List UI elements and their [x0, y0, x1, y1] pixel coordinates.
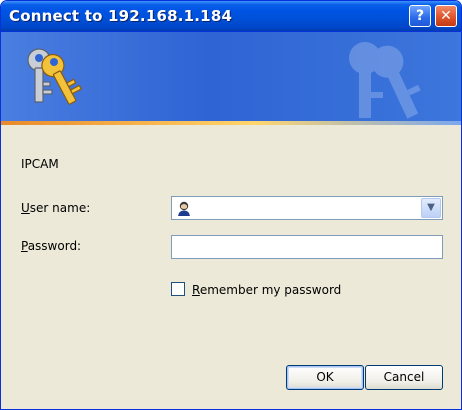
remember-checkbox[interactable]	[171, 282, 185, 296]
username-combobox[interactable]: ▼	[171, 196, 443, 220]
close-icon: ✕	[440, 8, 452, 24]
username-label-accesskey: U	[21, 201, 30, 215]
keys-watermark-icon	[349, 42, 421, 119]
remember-label[interactable]: Remember my password	[192, 283, 341, 297]
remember-label-accesskey: R	[192, 283, 200, 297]
username-label: User name:	[21, 201, 90, 215]
help-icon: ?	[415, 8, 425, 24]
password-label: Password:	[21, 239, 81, 253]
dialog-content: IPCAM User name: ▼ Password: Remember my…	[1, 125, 461, 409]
title-bar[interactable]: Connect to 192.168.1.184 ? ✕	[1, 1, 461, 32]
username-label-text: ser name:	[29, 201, 91, 215]
password-label-accesskey: P	[21, 239, 28, 253]
realm-label: IPCAM	[21, 157, 59, 171]
login-dialog: Connect to 192.168.1.184 ? ✕ IPCAM User …	[0, 0, 462, 410]
close-button[interactable]: ✕	[435, 5, 457, 27]
window-title: Connect to 192.168.1.184	[9, 7, 233, 25]
dialog-banner	[1, 32, 461, 125]
ok-button[interactable]: OK	[286, 365, 364, 390]
keys-icon	[27, 48, 83, 105]
chevron-down-icon[interactable]: ▼	[421, 198, 441, 218]
password-label-text: assword:	[27, 239, 82, 253]
user-icon	[178, 201, 190, 216]
password-input[interactable]	[171, 235, 443, 259]
cancel-button[interactable]: Cancel	[365, 365, 443, 390]
remember-label-text: emember my password	[199, 283, 342, 297]
help-button[interactable]: ?	[409, 5, 431, 27]
